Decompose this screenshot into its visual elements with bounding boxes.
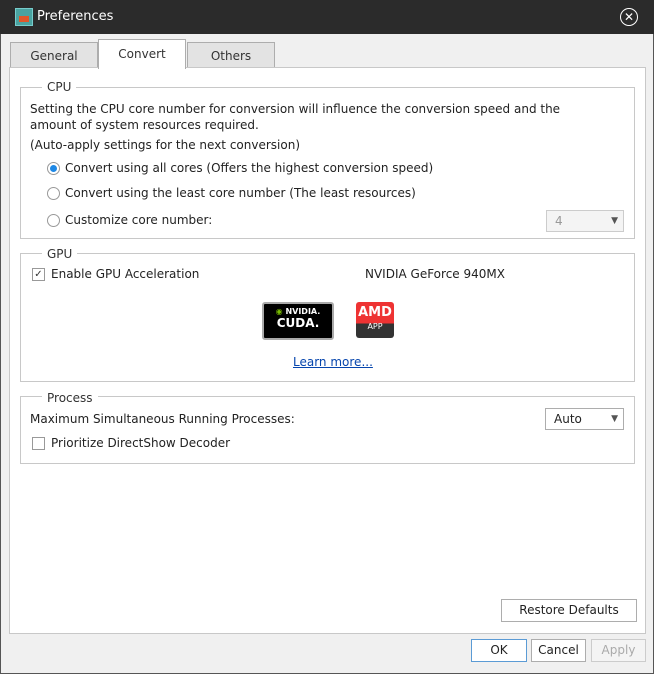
directshow-label[interactable]: Prioritize DirectShow Decoder: [51, 436, 230, 450]
tab-convert[interactable]: Convert: [98, 39, 186, 69]
auto-apply-note: (Auto-apply settings for the next conver…: [30, 138, 300, 152]
tab-label: Others: [210, 49, 252, 63]
process-group: [20, 396, 635, 464]
core-number-value: 4: [555, 214, 563, 228]
radio-least-cores[interactable]: [47, 187, 60, 200]
close-button[interactable]: ✕: [620, 8, 638, 26]
learn-more-link[interactable]: Learn more...: [293, 355, 373, 369]
amd-app-logo: AMD APP: [356, 302, 394, 338]
radio-least-cores-label[interactable]: Convert using the least core number (The…: [65, 186, 416, 200]
gpu-device-name: NVIDIA GeForce 940MX: [365, 267, 505, 281]
radio-customize-cores[interactable]: [47, 214, 60, 227]
enable-gpu-label[interactable]: Enable GPU Acceleration: [51, 267, 199, 281]
ok-button[interactable]: OK: [471, 639, 527, 662]
tab-general[interactable]: General: [10, 42, 98, 68]
max-processes-value: Auto: [554, 412, 582, 426]
nvidia-cuda-logo: ◉ NVIDIA. CUDA.: [262, 302, 334, 340]
apply-button[interactable]: Apply: [591, 639, 646, 662]
radio-all-cores-label[interactable]: Convert using all cores (Offers the high…: [65, 161, 433, 175]
chevron-down-icon: ▼: [611, 216, 618, 226]
window-title: Preferences: [37, 9, 114, 24]
tab-label: Convert: [118, 47, 166, 61]
cancel-button[interactable]: Cancel: [531, 639, 586, 662]
process-group-title: Process: [42, 391, 98, 405]
directshow-checkbox[interactable]: [32, 437, 45, 450]
gpu-group-title: GPU: [42, 247, 78, 261]
cpu-group-title: CPU: [42, 80, 77, 94]
title-bar: Preferences ✕: [0, 0, 654, 34]
radio-all-cores[interactable]: [47, 162, 60, 175]
max-processes-select[interactable]: Auto ▼: [545, 408, 624, 430]
core-number-select[interactable]: 4 ▼: [546, 210, 624, 232]
max-processes-label: Maximum Simultaneous Running Processes:: [30, 412, 295, 426]
app-icon: [15, 8, 33, 26]
restore-defaults-button[interactable]: Restore Defaults: [501, 599, 637, 622]
cpu-description: Setting the CPU core number for conversi…: [30, 102, 561, 132]
tab-label: General: [30, 49, 78, 63]
enable-gpu-checkbox[interactable]: ✓: [32, 268, 45, 281]
chevron-down-icon: ▼: [611, 414, 618, 424]
tab-others[interactable]: Others: [187, 42, 275, 68]
radio-customize-cores-label[interactable]: Customize core number:: [65, 213, 212, 227]
